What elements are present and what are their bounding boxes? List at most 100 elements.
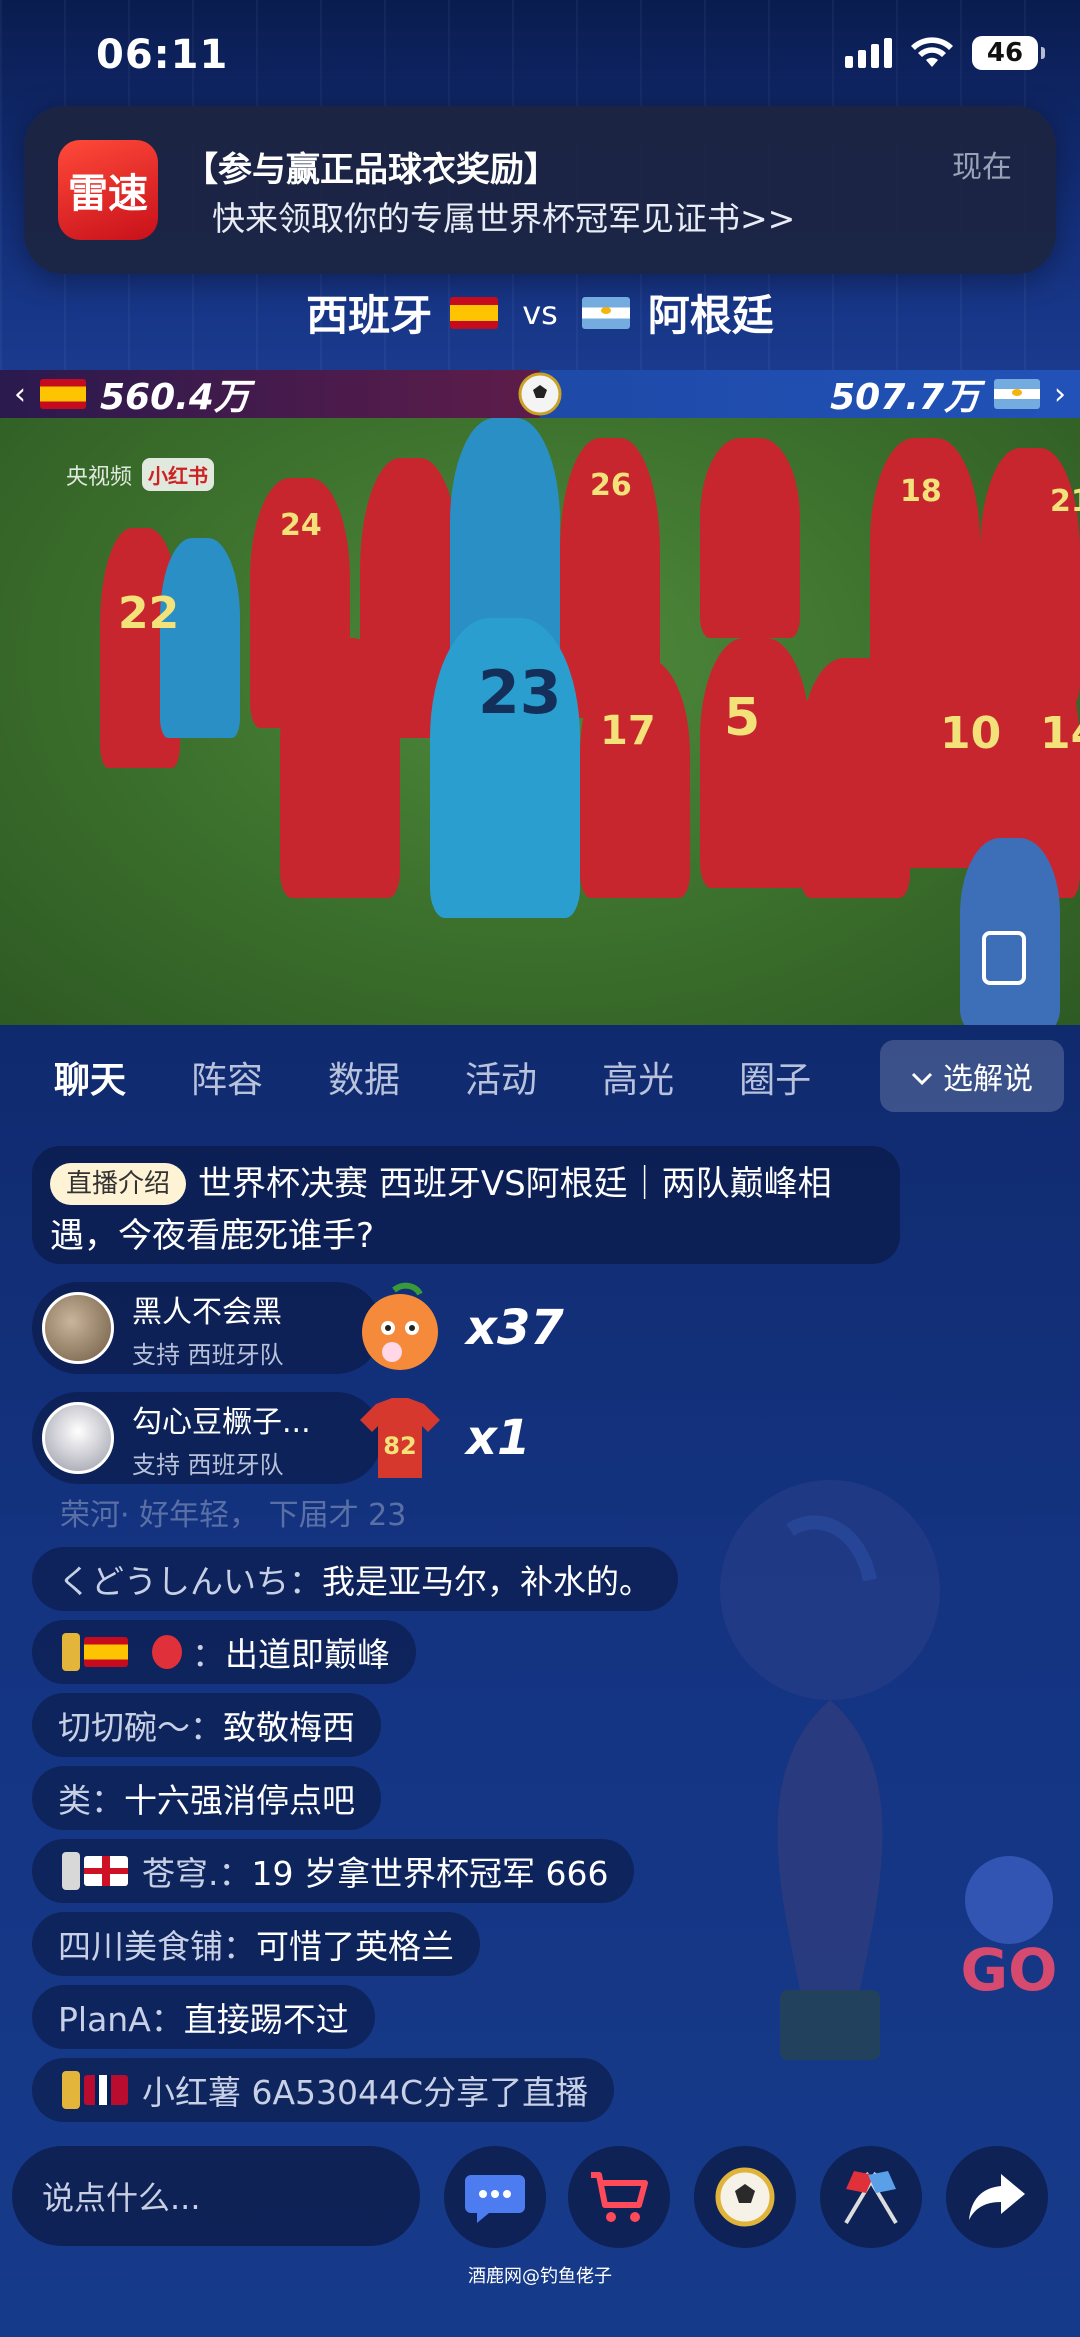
jersey-number: 22 [118,588,180,639]
chat-message[interactable]: くどうしんいち： 我是亚马尔，补水的。 [32,1547,678,1611]
gift-sender-name: 黑人不会黑 [132,1294,282,1330]
share-message[interactable]: 小红薯 6A53044C 分享了直播 [32,2058,615,2122]
faded-chat-message: 荣河· 好年轻， 下届才 23 [60,1498,407,1533]
fullscreen-rotate-icon[interactable] [982,931,1026,985]
chat-username: 苍穹.： [142,1854,252,1893]
chat-text: 可惜了英格兰 [256,1927,454,1966]
orange-mascot-gift-icon [362,1282,438,1370]
england-flag-icon [84,1856,128,1886]
status-time: 06:11 [96,32,229,78]
wifi-icon [911,37,953,67]
chat-message[interactable]: 四川美食铺： 可惜了英格兰 [32,1912,480,1976]
jersey-number: 5 [724,688,761,748]
cart-icon [591,2172,648,2222]
jersey-gift-icon: 82 [360,1398,440,1478]
gift-sender-name: 勾心豆橛子... [132,1404,311,1440]
chat-message[interactable]: PlanA： 直接踢不过 [32,1985,375,2049]
chat-username: 四川美食铺： [58,1927,256,1966]
share-button[interactable] [946,2146,1048,2248]
tab-events[interactable]: 活动 [465,1051,537,1103]
chat-text: 分享了直播 [423,2073,589,2112]
trophy-badge-icon [62,1852,80,1890]
tab-chat[interactable]: 聊天 [54,1051,126,1103]
battery-icon: 46 [972,36,1045,70]
trophy-badge-icon [62,2071,80,2109]
go-go-sticker-icon: GO [961,1856,1057,2004]
away-team-name: 阿根廷 [647,291,774,340]
chat-message[interactable]: 类： 十六强消停点吧 [32,1766,381,1830]
chat-text: 出道即巅峰 [225,1635,390,1674]
app-icon: 雷速 [58,140,158,240]
commentator-select-button[interactable]: 选解说 [880,1040,1064,1112]
jersey-number: 21 [1050,484,1080,519]
chat-username: ： [192,1635,225,1674]
chat-username: 小红薯 6A53044C [142,2073,424,2112]
gift-count: x37 [466,1300,564,1356]
team-support-button[interactable] [820,2146,922,2248]
football-icon [514,370,566,418]
jersey-number: 14 [1040,708,1080,759]
vs-label: vs [522,293,558,332]
live-video[interactable]: 22 24 26 18 21 23 5 10 14 17 央视频 小红书 [0,418,1080,1025]
chat-text: 我是亚马尔，补水的。 [322,1562,652,1601]
chevron-left-icon[interactable]: ‹ [14,377,26,412]
gift-sender-support: 支持 西班牙队 [132,1450,284,1479]
argentina-flag-icon [994,379,1040,409]
chat-input[interactable]: 说点什么... [12,2146,420,2246]
home-team-name: 西班牙 [306,291,433,340]
gift-user-pill[interactable]: 勾心豆橛子... 支持 西班牙队 [32,1392,382,1484]
trophy-badge-icon [62,1633,80,1671]
tab-lineup[interactable]: 阵容 [191,1051,263,1103]
jersey-number: 18 [900,474,942,509]
chat-text: 19 岁拿世界杯冠军 666 [251,1854,609,1893]
chat-text: 致敬梅西 [223,1708,355,1747]
tab-stats[interactable]: 数据 [328,1051,400,1103]
jersey-number: 10 [940,708,1002,759]
commentator-select-label: 选解说 [943,1062,1033,1097]
away-votes[interactable]: 507.7万 › [540,370,1080,418]
notification-title: 【参与赢正品球衣奖励】 [184,150,558,190]
chat-username: 类： [58,1781,124,1820]
spain-flag-icon [40,379,86,409]
jersey-number: 23 [478,658,562,728]
away-votes-count: 507.7万 [830,377,980,418]
chevron-right-icon[interactable]: › [1054,377,1066,412]
chat-message[interactable]: 苍穹.： 19 岁拿世界杯冠军 666 [32,1839,635,1903]
home-votes[interactable]: ‹ 560.4万 [0,370,540,418]
jersey-number: 24 [280,508,322,543]
avatar[interactable] [42,1292,114,1364]
shop-button[interactable] [568,2146,670,2248]
chat-message[interactable]: ： 出道即巅峰 [32,1620,416,1684]
chat-text: 十六强消停点吧 [124,1781,355,1820]
avatar[interactable] [42,1402,114,1474]
source-watermark: 酒鹿网@钓鱼佬子 [468,2266,612,2287]
live-intro-tag: 直播介绍 [50,1163,187,1205]
norway-flag-icon [84,2075,128,2105]
chat-bubble-icon [465,2175,525,2223]
jersey-number: 17 [600,708,656,754]
tab-highlights[interactable]: 高光 [602,1051,674,1103]
gift-count: x1 [466,1410,531,1466]
spain-flag-icon [450,296,499,329]
live-intro-message: 直播介绍 世界杯决赛 西班牙VS阿根廷｜两队巅峰相遇，今夜看鹿死谁手? [32,1146,900,1264]
push-notification[interactable]: 雷速 【参与赢正品球衣奖励】 快来领取你的专属世界杯冠军见证书>> 现在 [24,106,1056,274]
gift-message: 黑人不会黑 支持 西班牙队 x37 [32,1282,564,1374]
chat-username: くどうしんいち： [58,1562,322,1601]
argentina-flag-icon [581,296,630,329]
chat-username: 切切碗～： [58,1708,223,1747]
crossed-flags-icon [844,2171,898,2225]
gift-button[interactable] [694,2146,796,2248]
home-votes-count: 560.4万 [100,377,250,418]
jersey-number: 26 [590,468,632,503]
chevron-down-icon [911,1059,933,1094]
gift-sender-support: 支持 西班牙队 [132,1340,284,1369]
chat-message[interactable]: 切切碗～： 致敬梅西 [32,1693,381,1757]
gift-user-pill[interactable]: 黑人不会黑 支持 西班牙队 [32,1282,382,1374]
danmaku-button[interactable] [444,2146,546,2248]
tab-community[interactable]: 圈子 [739,1051,811,1103]
football-icon [715,2167,775,2227]
xiaohongshu-badge: 小红书 [142,458,215,491]
notification-body: 快来领取你的专属世界杯冠军见证书>> [212,199,796,238]
notification-time: 现在 [952,150,1012,185]
spain-flag-icon [84,1637,128,1667]
